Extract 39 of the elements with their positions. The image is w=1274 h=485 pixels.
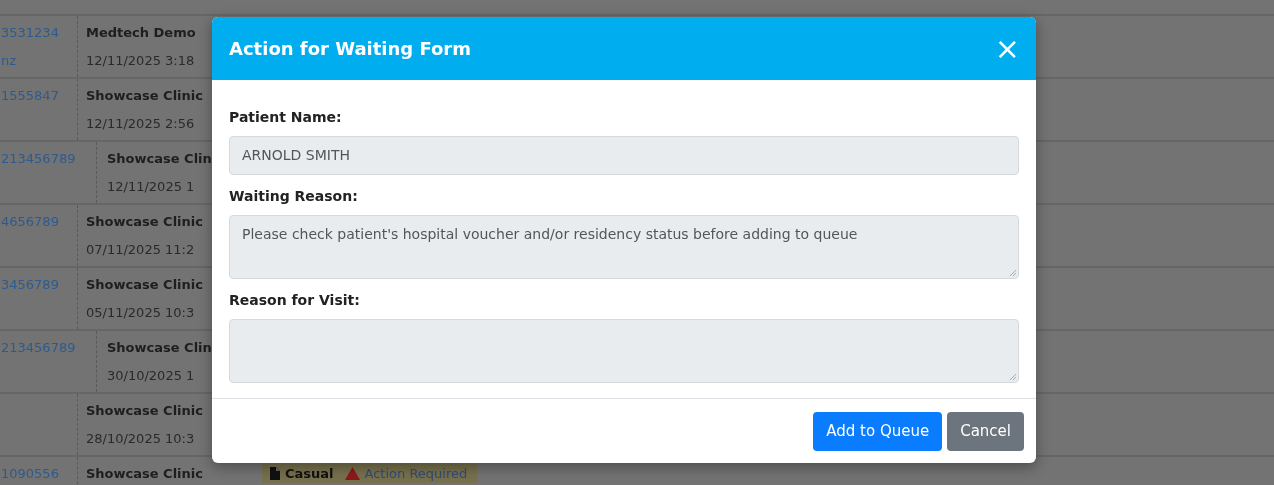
visit-date: 12/11/2025 1	[107, 178, 195, 196]
patient-name-field[interactable]: ARNOLD SMITH	[229, 136, 1019, 175]
visit-date: 05/11/2025 10:3	[86, 304, 195, 322]
resize-grip-icon[interactable]	[1009, 269, 1016, 276]
close-button[interactable]: ×	[992, 33, 1022, 64]
text-area[interactable]	[229, 319, 1019, 383]
clinic-name: Medtech Demo	[86, 24, 196, 42]
patient-id-link[interactable]: 213456789	[0, 150, 76, 168]
patient-id-link[interactable]: 1090556	[0, 465, 59, 483]
clinic-name: Showcase Clinic	[86, 213, 203, 231]
field-label: Waiting Reason:	[229, 187, 358, 205]
patient-id-link[interactable]: 4656789	[0, 213, 59, 231]
field-label: Reason for Visit:	[229, 291, 360, 309]
clinic-name: Showcase Clinic	[86, 402, 203, 420]
patient-id-link[interactable]: 1555847	[0, 87, 59, 105]
visit-date: 12/11/2025 2:56	[86, 115, 195, 133]
field-label: Patient Name:	[229, 108, 342, 126]
action-required-link[interactable]: Action Required	[364, 465, 468, 481]
clinic-name: Showcase Clinic	[86, 276, 203, 294]
visit-date: 12/11/2025 3:18	[86, 52, 195, 70]
modal-title: Action for Waiting Form	[229, 38, 471, 59]
resize-grip-icon[interactable]	[1009, 373, 1016, 380]
text-area[interactable]: Please check patient's hospital voucher and/or residency status before adding to queue	[229, 215, 1019, 279]
clinic-name: Showcase Clinic	[86, 465, 203, 483]
document-icon	[270, 466, 280, 480]
visit-date: 28/10/2025 10:3	[86, 430, 195, 448]
add-to-queue-button[interactable]: Add to Queue	[813, 411, 943, 451]
clinic-name: Showcase Clin	[107, 150, 212, 168]
visit-date: 07/11/2025 11:2	[86, 241, 195, 259]
patient-id-link[interactable]: 3456789	[0, 276, 59, 294]
warning-icon	[344, 466, 360, 480]
clinic-name: Showcase Clinic	[86, 87, 203, 105]
visit-date: 30/10/2025 1	[107, 367, 195, 385]
patient-id-link[interactable]: nz	[0, 52, 17, 70]
patient-id-link[interactable]: 213456789	[0, 339, 76, 357]
patient-id-link[interactable]: 3531234	[0, 24, 59, 42]
cancel-button[interactable]: Cancel	[947, 411, 1024, 451]
clinic-name: Showcase Clin	[107, 339, 212, 357]
casual-label: Casual	[285, 465, 334, 481]
